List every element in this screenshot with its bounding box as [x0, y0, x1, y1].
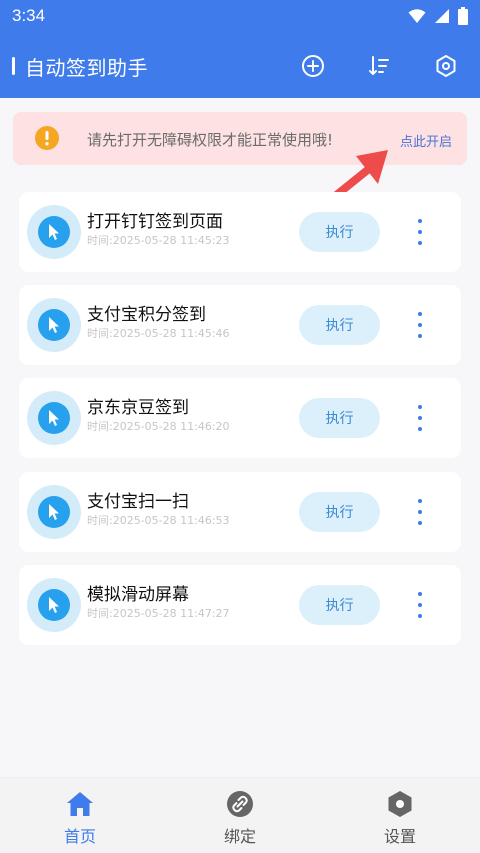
task-icon [27, 578, 81, 632]
task-card[interactable]: 支付宝扫一扫 时间:2025-05-28 11:46:53 执行 [19, 472, 461, 552]
task-name: 模拟滑动屏幕 [87, 585, 189, 605]
run-button[interactable]: 执行 [299, 305, 380, 345]
task-time: 时间:2025-05-28 11:47:27 [87, 607, 230, 620]
task-time: 时间:2025-05-28 11:45:46 [87, 327, 230, 340]
warning-icon [35, 126, 59, 150]
task-card[interactable]: 模拟滑动屏幕 时间:2025-05-28 11:47:27 执行 [19, 565, 461, 645]
task-name: 打开钉钉签到页面 [87, 212, 223, 232]
home-icon [67, 792, 93, 816]
task-icon [27, 205, 81, 259]
task-card[interactable]: 支付宝积分签到 时间:2025-05-28 11:45:46 执行 [19, 285, 461, 365]
run-button[interactable]: 执行 [299, 585, 380, 625]
bottom-nav: 首页 绑定 设置 [0, 777, 480, 853]
task-time: 时间:2025-05-28 11:46:53 [87, 514, 230, 527]
title-accent-bar [12, 57, 15, 75]
nav-bind[interactable]: 绑定 [200, 790, 280, 850]
nav-home[interactable]: 首页 [40, 790, 120, 850]
status-bar: 3:34 [0, 0, 480, 34]
cursor-icon [49, 224, 59, 240]
sort-button[interactable] [364, 51, 394, 81]
nav-settings[interactable]: 设置 [360, 790, 440, 850]
more-options-icon[interactable] [409, 310, 431, 340]
nav-bind-label: 绑定 [223, 827, 256, 846]
more-options-icon[interactable] [409, 497, 431, 527]
sort-icon [369, 56, 389, 75]
add-button[interactable] [298, 51, 328, 81]
app-bar: 自动签到助手 [0, 34, 480, 98]
status-icons [408, 7, 468, 25]
notice-text: 请先打开无障碍权限才能正常使用哦! [87, 131, 334, 149]
page-title: 自动签到助手 [25, 56, 148, 80]
settings-icon [388, 791, 412, 817]
task-time: 时间:2025-05-28 11:45:23 [87, 234, 230, 247]
add-icon [302, 55, 324, 77]
nav-home-label: 首页 [63, 827, 96, 846]
task-card[interactable]: 打开钉钉签到页面 时间:2025-05-28 11:45:23 执行 [19, 192, 461, 272]
cursor-icon [49, 410, 59, 426]
enable-accessibility-link[interactable]: 点此开启 [400, 131, 452, 150]
task-time: 时间:2025-05-28 11:46:20 [87, 420, 230, 433]
settings-button[interactable] [431, 51, 461, 81]
task-card[interactable]: 京东京豆签到 时间:2025-05-28 11:46:20 执行 [19, 378, 461, 458]
nav-settings-label: 设置 [383, 827, 416, 846]
more-options-icon[interactable] [409, 403, 431, 433]
run-button[interactable]: 执行 [299, 398, 380, 438]
status-time: 3:34 [12, 6, 46, 25]
more-options-icon[interactable] [409, 217, 431, 247]
more-options-icon[interactable] [409, 590, 431, 620]
run-button[interactable]: 执行 [299, 212, 380, 252]
task-name: 支付宝扫一扫 [87, 492, 189, 512]
task-icon [27, 485, 81, 539]
cursor-icon [49, 597, 59, 613]
wifi-icon [408, 9, 426, 23]
task-name: 支付宝积分签到 [87, 305, 206, 325]
cursor-icon [49, 317, 59, 333]
accessibility-notice: 请先打开无障碍权限才能正常使用哦! 点此开启 [13, 112, 467, 165]
task-icon [27, 298, 81, 352]
cursor-icon [49, 504, 59, 520]
task-name: 京东京豆签到 [87, 398, 189, 418]
task-icon [27, 391, 81, 445]
battery-icon [458, 7, 468, 25]
settings-hex-icon [436, 55, 456, 77]
run-button[interactable]: 执行 [299, 492, 380, 532]
signal-icon [435, 9, 449, 23]
link-icon [227, 791, 253, 817]
